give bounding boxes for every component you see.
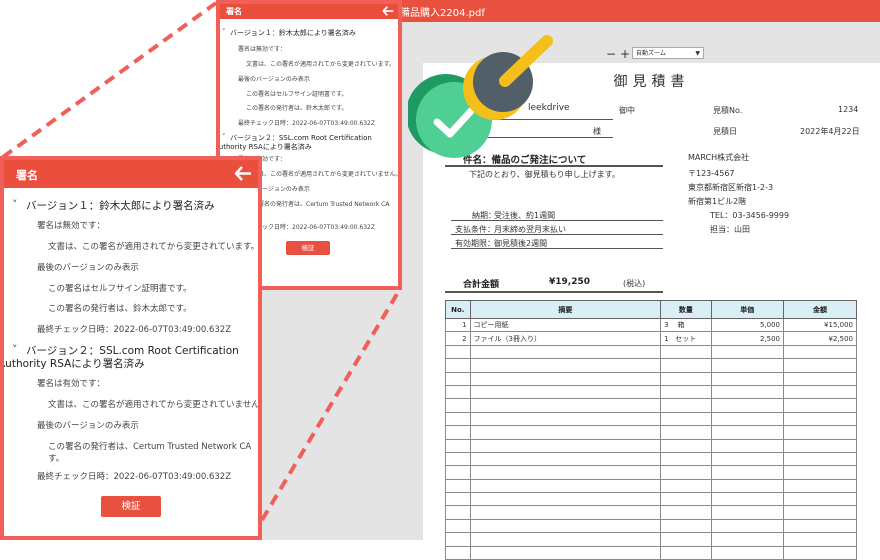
version-1-status: 署名は無効です： xyxy=(37,221,106,231)
version-2-detail: 文書は、この署名が適用されてから変更されていません。 xyxy=(48,400,262,410)
chevron-down-icon[interactable]: ˅ xyxy=(222,28,226,36)
version-1-detail: 文書は、この署名が適用されてから変更されています。 xyxy=(48,242,260,252)
version-1-last-version: 最後のバージョンのみ表示 xyxy=(37,263,139,273)
version-2-issuer-line1: この署名の発行者は、Certum Trusted Network CA xyxy=(48,442,252,452)
version-1-heading[interactable]: バージョン１：鈴木太郎により署名済み xyxy=(26,198,215,213)
version-2-heading-line2[interactable]: Authority RSAにより署名済み xyxy=(4,356,145,371)
signature-panel-title: 署名 xyxy=(226,7,242,16)
version-2-issuer-line1: この署名の発行者は、Certum Trusted Network CA xyxy=(246,201,390,208)
chevron-down-icon[interactable]: ˅ xyxy=(222,133,226,141)
version-2-last-version: 最後のバージョンのみ表示 xyxy=(37,421,139,431)
connector-line-top xyxy=(1,1,218,159)
connector-line-bottom xyxy=(260,287,402,522)
table-empty-cell xyxy=(783,545,857,560)
signature-panel-title: 署名 xyxy=(16,169,38,182)
version-1-cert: この署名はセルフサイン証明書です。 xyxy=(48,284,192,294)
signature-panel-header: 署名 xyxy=(4,160,258,188)
version-1-status: 署名は無効です： xyxy=(238,46,287,53)
signature-panel-header: 署名 xyxy=(220,4,398,19)
chevron-down-icon[interactable]: ˅ xyxy=(12,198,18,211)
version-2-issuer-line2: す。 xyxy=(48,454,65,464)
back-arrow-icon[interactable] xyxy=(382,6,394,16)
version-1-issuer: この署名の発行者は、鈴木太郎です。 xyxy=(48,304,192,314)
version-2-checked: 最終チェック日時：2022-06-07T03:49:00.632Z xyxy=(37,472,232,482)
table-empty-cell xyxy=(469,545,662,560)
verify-button[interactable]: 検証 xyxy=(101,496,161,517)
version-2-status: 署名は有効です： xyxy=(37,379,106,389)
back-arrow-icon[interactable] xyxy=(234,166,252,181)
version-1-heading[interactable]: バージョン１：鈴木太郎により署名済み xyxy=(230,28,356,38)
verify-button[interactable]: 検証 xyxy=(286,241,330,255)
table-empty-cell xyxy=(660,545,712,560)
version-1-detail: 文書は、この署名が適用されてから変更されています。 xyxy=(246,61,396,68)
version-1-checked: 最終チェック日時：2022-06-07T03:49:00.632Z xyxy=(37,325,232,335)
version-1-last-version: 最後のバージョンのみ表示 xyxy=(238,76,310,83)
signature-panel-zoomed: 署名 ˅ バージョン１：鈴木太郎により署名済み 署名は無効です： 文書は、この署… xyxy=(0,156,262,540)
table-empty-cell xyxy=(445,545,471,560)
version-1-checked: 最終チェック日時：2022-06-07T03:49:00.632Z xyxy=(238,120,375,127)
chevron-down-icon[interactable]: ˅ xyxy=(12,343,18,356)
table-empty-row xyxy=(445,545,857,560)
version-1-cert: この署名はセルフサイン証明書です。 xyxy=(246,91,348,98)
version-1-issuer: この署名の発行者は、鈴木太郎です。 xyxy=(246,105,348,112)
table-empty-cell xyxy=(710,545,785,560)
version-2-detail: 文書は、この署名が適用されてから変更されていません。 xyxy=(246,171,402,178)
version-2-heading-line2[interactable]: Authority RSAにより署名済み xyxy=(220,142,312,152)
